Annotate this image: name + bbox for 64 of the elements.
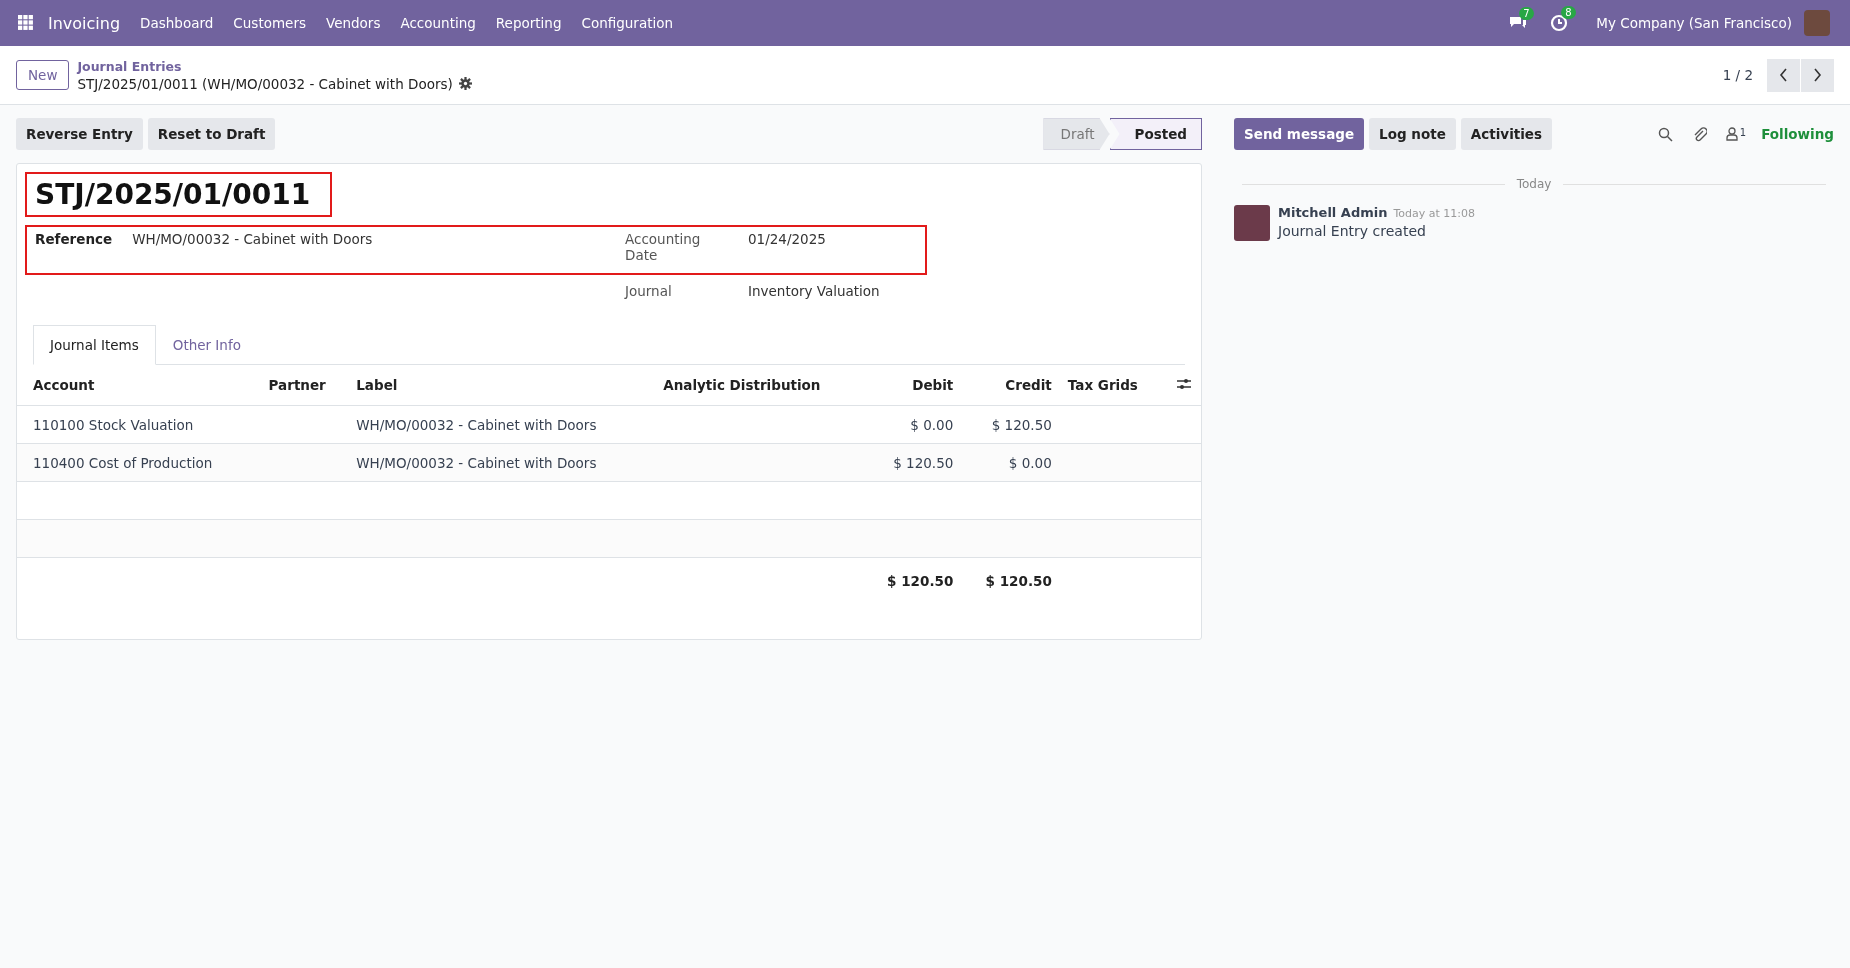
menu-item[interactable]: Accounting [390,15,486,31]
search-icon[interactable] [1657,126,1673,142]
column-settings-icon[interactable] [1177,378,1191,390]
table-cell: 110400 Cost of Production [33,454,213,471]
message-time: Today at 11:08 [1393,207,1475,220]
column-header[interactable]: Credit [961,365,1060,406]
column-header[interactable]: Analytic Distribution [655,365,863,406]
table-cell: 110100 Stock Valuation [33,416,194,433]
tab[interactable]: Journal Items [33,325,156,365]
company-switcher[interactable]: My Company (San Francisco) [1596,15,1792,31]
breadcrumb-link[interactable]: Journal Entries [77,58,472,74]
column-header[interactable]: Debit [862,365,962,406]
action-button[interactable]: Reset to Draft [147,118,276,150]
column-header[interactable]: Partner [260,365,349,406]
message-author: Mitchell Admin [1278,205,1388,220]
date-separator: Today [1516,177,1552,191]
field-label: Journal [625,283,673,299]
menu-item[interactable]: Customers [223,15,316,31]
field-value[interactable]: Inventory Valuation [748,283,880,299]
menu-item[interactable]: Vendors [315,15,391,31]
notification-badge: 8 [1561,6,1576,19]
chevron-left-icon [1779,68,1788,82]
previous-button[interactable] [1767,58,1800,92]
table-cell: $ 0.00 [910,416,954,433]
notification-badge: 7 [1519,7,1534,20]
status-stage[interactable]: Posted [1109,118,1202,150]
chatter-button[interactable]: Activities [1460,118,1553,150]
entry-title: STJ/2025/01/0011 [35,178,311,211]
chevron-right-icon [1813,68,1822,82]
settings-icon[interactable] [458,77,472,90]
new-button[interactable]: New [16,60,70,90]
table-cell: $ 0.00 [1008,454,1052,471]
column-header[interactable]: Account [17,365,261,406]
table-cell: WH/MO/00032 - Cabinet with Doors [356,416,597,433]
column-header[interactable]: Tax Grids [1059,365,1163,406]
table-cell: $ 120.50 [991,416,1052,433]
table-cell: WH/MO/00032 - Cabinet with Doors [356,454,597,471]
app-name[interactable]: Invoicing [48,13,121,33]
menu-item[interactable]: Configuration [571,15,684,31]
field-value[interactable]: WH/MO/00032 - Cabinet with Doors [132,231,373,263]
field-label: Reference [35,231,113,249]
field-value[interactable]: 01/24/2025 [748,231,826,263]
column-header[interactable]: Label [348,365,656,406]
pager-counter: 1 / 2 [1722,67,1753,83]
person-icon[interactable] [1725,127,1738,141]
debit-total: $ 120.50 [887,572,954,589]
next-button[interactable] [1801,58,1834,92]
follower-count: 1 [1739,127,1747,138]
author-avatar [1234,205,1270,241]
apps-grid-icon[interactable] [18,15,34,31]
menu-item[interactable]: Dashboard [130,15,224,31]
message-body: Journal Entry created [1278,223,1427,239]
following-button[interactable]: Following [1761,126,1834,142]
chatter-button[interactable]: Log note [1369,118,1456,150]
field-label: Accounting Date [625,231,702,263]
tab[interactable]: Other Info [155,325,258,365]
credit-total: $ 120.50 [985,572,1052,589]
status-stage[interactable]: Draft [1043,118,1110,150]
menu-item[interactable]: Reporting [485,15,572,31]
action-button[interactable]: Reverse Entry [16,118,143,150]
chatter-button[interactable]: Send message [1234,118,1365,150]
record-title: STJ/2025/01/0011 (WH/MO/00032 - Cabinet with Doors) [77,75,453,92]
clock-icon[interactable] [1550,14,1569,32]
table-cell: $ 120.50 [893,454,954,471]
